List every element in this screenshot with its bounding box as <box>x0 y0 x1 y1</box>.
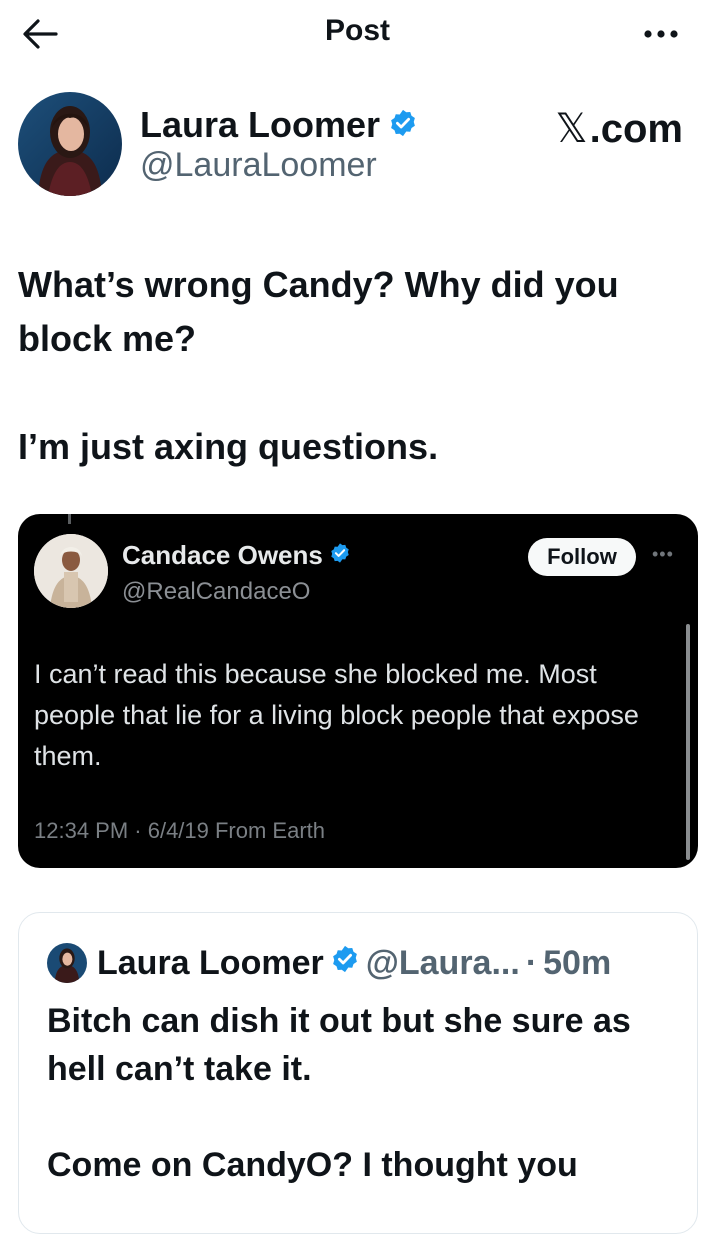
verified-badge-icon <box>330 944 360 983</box>
embedded-timestamp: 12:34 PM · 6/4/19 From Earth <box>34 818 326 843</box>
quote-header: Laura Loomer @Laura... · 50m <box>47 943 611 983</box>
embedded-name-row: Candace Owens <box>122 540 351 571</box>
embedded-text: I can’t read this because she blocked me… <box>34 659 639 771</box>
quote-avatar <box>47 943 87 983</box>
more-horizontal-icon[interactable] <box>636 14 686 50</box>
quote-time: 50m <box>543 943 612 982</box>
quote-name: Laura Loomer <box>97 943 324 982</box>
embedded-more-icon: ••• <box>652 544 674 564</box>
embedded-name: Candace Owens <box>122 540 323 570</box>
embedded-handle: @RealCandaceO <box>122 578 311 605</box>
source-label: 𝕏 .com <box>555 106 683 152</box>
page-title: Post <box>324 14 390 47</box>
follow-button: Follow <box>528 538 636 576</box>
author-name[interactable]: Laura Loomer <box>140 104 380 146</box>
author-handle[interactable]: @LauraLoomer <box>140 146 377 185</box>
avatar[interactable] <box>18 92 122 196</box>
media-top-mark <box>68 514 71 524</box>
post-media-image[interactable]: Candace Owens @RealCandaceO Follow ••• I… <box>18 514 698 868</box>
verified-badge-icon <box>329 542 351 569</box>
embedded-scrollbar <box>686 624 690 860</box>
embedded-avatar <box>34 534 108 608</box>
post-text: What’s wrong Candy? Why did you block me… <box>18 264 619 467</box>
x-logo-icon: 𝕏 <box>555 106 588 152</box>
verified-badge-icon <box>388 108 418 143</box>
source-label-text: .com <box>589 106 683 151</box>
quote-tweet-card[interactable]: Laura Loomer @Laura... · 50m Bitch can d… <box>18 912 698 1234</box>
top-bar: Post <box>0 0 715 70</box>
author-name-row[interactable]: Laura Loomer <box>140 104 418 146</box>
quote-separator: · <box>525 943 538 982</box>
quote-text: Bitch can dish it out but she sure as he… <box>47 1002 631 1184</box>
quote-handle: @Laura... <box>365 943 520 982</box>
post-author: Laura Loomer @LauraLoomer 𝕏 .com <box>0 88 715 208</box>
